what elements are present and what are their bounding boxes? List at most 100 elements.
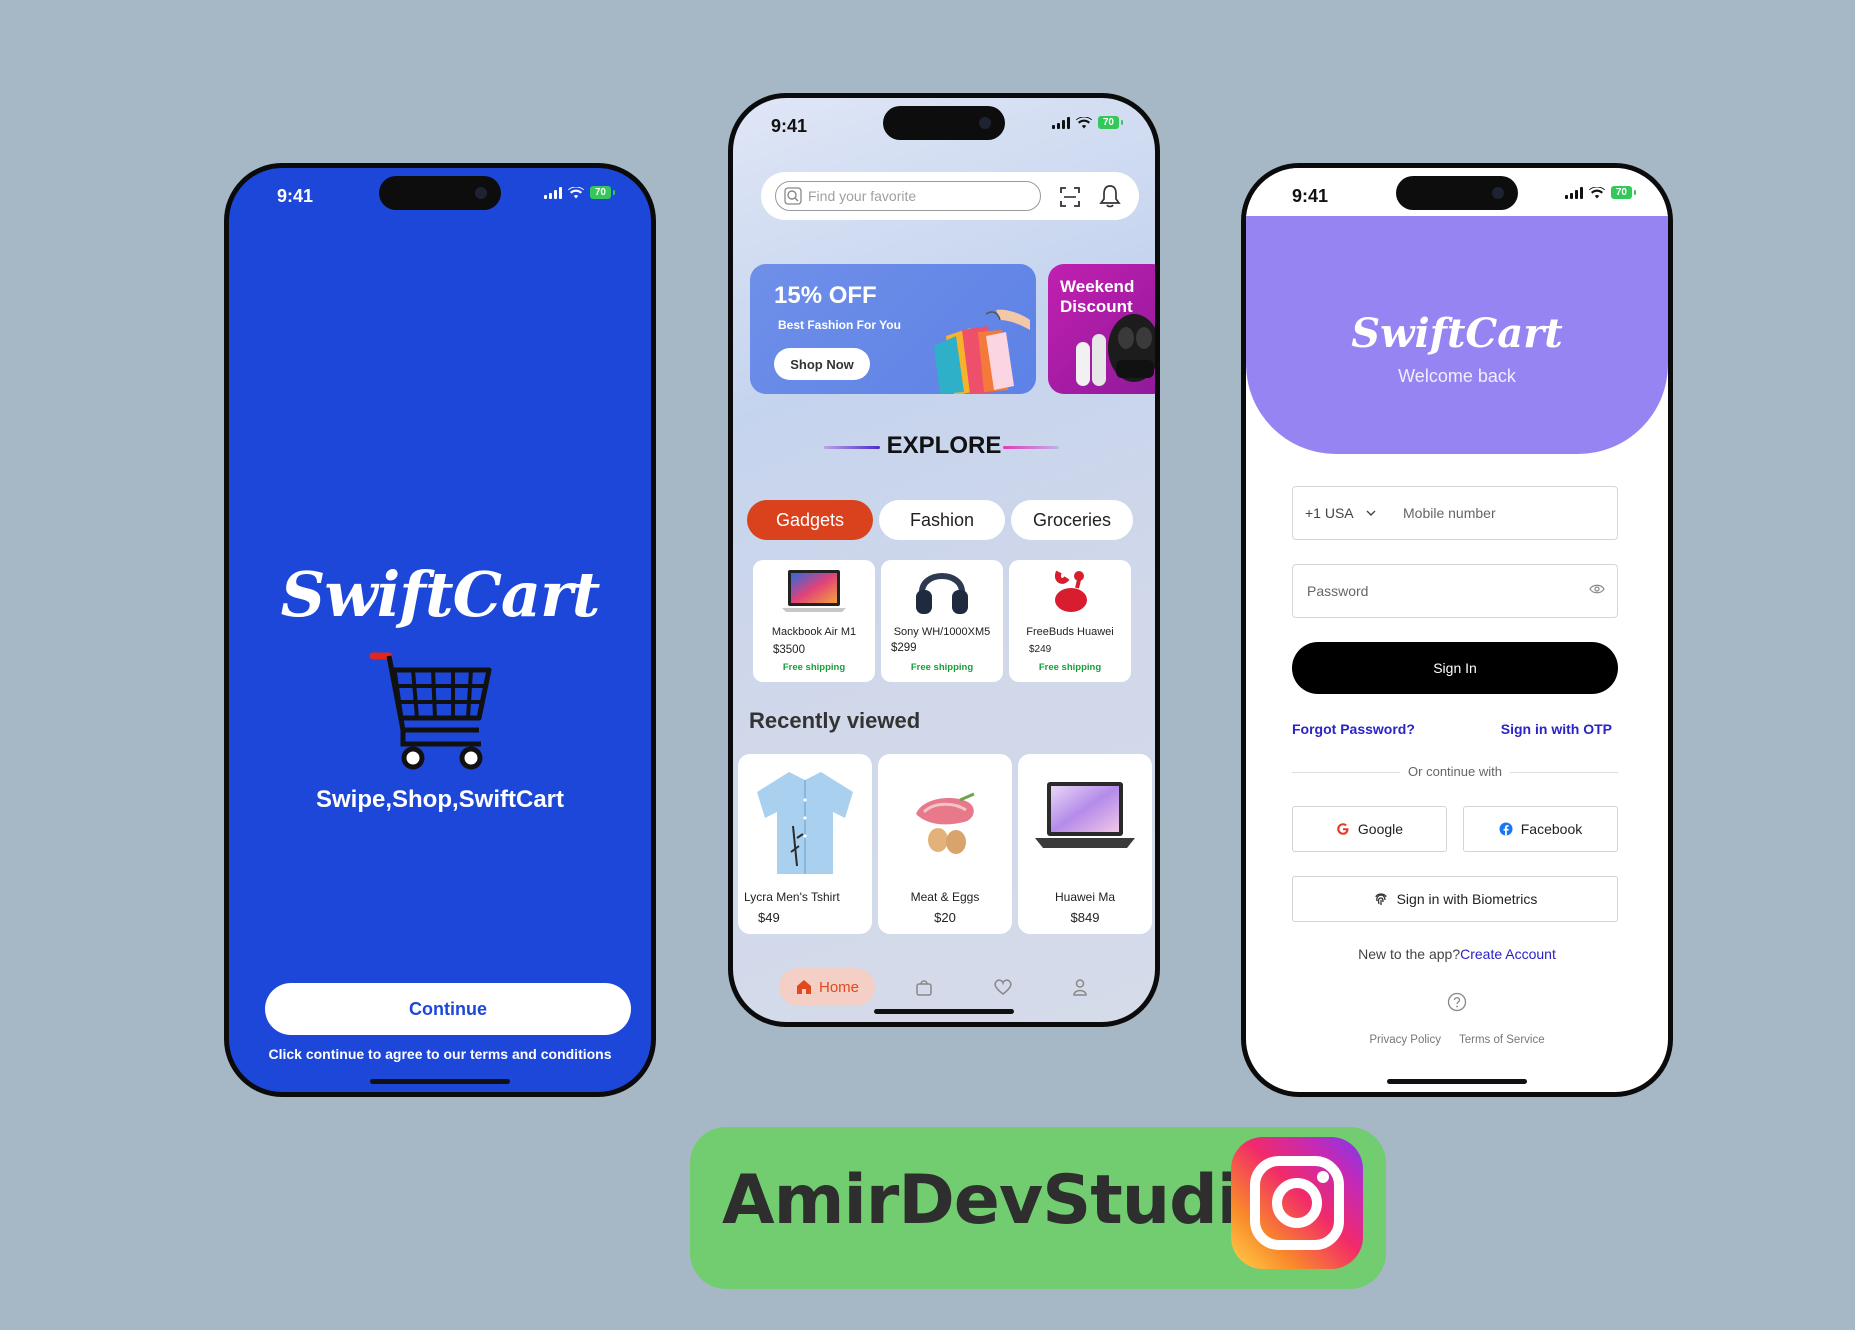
- tab-home[interactable]: Home: [779, 968, 875, 1006]
- wifi-icon: [1075, 116, 1092, 128]
- wifi-icon: [1588, 186, 1605, 198]
- instagram-icon[interactable]: [1231, 1137, 1363, 1269]
- product-name: FreeBuds Huawei: [1026, 626, 1114, 638]
- instagram-glyph-icon: [1250, 1156, 1344, 1250]
- food-icon: [916, 792, 975, 854]
- search-input[interactable]: [808, 188, 1008, 204]
- mobile-number-input[interactable]: [1403, 505, 1603, 521]
- terms-notice: Click continue to agree to our terms and…: [268, 1046, 612, 1062]
- promo-discount: 15% OFF: [774, 282, 877, 309]
- dynamic-island: [883, 106, 1005, 140]
- login-brand-logo: SwiftCart: [1351, 310, 1563, 357]
- category-groceries[interactable]: Groceries: [1011, 500, 1133, 540]
- recent-item-card[interactable]: Huawei Ma $849: [1018, 754, 1152, 934]
- facebook-button[interactable]: Facebook: [1463, 806, 1618, 852]
- home-indicator[interactable]: [874, 1009, 1014, 1014]
- dynamic-island: [1396, 176, 1518, 210]
- category-tabs: Gadgets Fashion Groceries: [747, 500, 1133, 540]
- explore-divider-right: [1003, 446, 1059, 449]
- biometrics-label: Sign in with Biometrics: [1396, 891, 1538, 907]
- home-icon: [796, 980, 811, 994]
- continue-button[interactable]: Continue: [265, 983, 631, 1035]
- privacy-policy-link[interactable]: Privacy Policy: [1369, 1034, 1441, 1046]
- new-to-app-text: New to the app?: [1358, 946, 1461, 962]
- recent-item-name: Meat & Eggs: [910, 890, 980, 904]
- product-name: Sony WH/1000XM5: [893, 626, 991, 638]
- google-label: Google: [1357, 821, 1404, 837]
- fingerprint-icon: [1374, 893, 1387, 905]
- earbuds-icon: [1055, 570, 1087, 612]
- google-button[interactable]: Google: [1292, 806, 1447, 852]
- password-field: [1292, 564, 1618, 618]
- studio-name: AmirDevStudio: [722, 1161, 1286, 1240]
- splash-screen: 9:41 70 SwiftCart Swipe,Shop,SwiftCart C…: [224, 163, 656, 1097]
- wifi-icon: [567, 186, 584, 198]
- home-indicator[interactable]: [370, 1079, 510, 1084]
- status-time: 9:41: [771, 116, 808, 136]
- weekend-discount-title: Weekend Discount: [1060, 277, 1135, 316]
- home-indicator[interactable]: [1387, 1079, 1527, 1084]
- search-field[interactable]: [775, 181, 1041, 211]
- promo-banner-fashion[interactable]: 15% OFF Best Fashion For You Shop Now: [750, 264, 1036, 394]
- recent-item-card[interactable]: Meat & Eggs $20: [878, 754, 1012, 934]
- product-card[interactable]: FreeBuds Huawei $249 Free shipping: [1009, 560, 1131, 682]
- tab-home-label: Home: [818, 978, 859, 996]
- login-screen: 9:41 70 SwiftCart Welcome back +1 USA Si…: [1241, 163, 1673, 1097]
- battery-icon: 70: [1097, 116, 1124, 129]
- mobile-number-field: +1 USA: [1292, 486, 1618, 540]
- explore-title: EXPLORE: [886, 432, 1002, 459]
- scan-icon[interactable]: [1059, 186, 1081, 208]
- splash-tagline: Swipe,Shop,SwiftCart: [315, 786, 564, 813]
- heart-icon[interactable]: [993, 978, 1013, 996]
- status-icons: 70: [543, 186, 616, 199]
- shop-now-button[interactable]: Shop Now: [774, 348, 870, 380]
- product-card[interactable]: Mackbook Air M1 $3500 Free shipping: [753, 560, 875, 682]
- create-account-link[interactable]: Create Account: [1460, 946, 1556, 962]
- welcome-text: Welcome back: [1398, 366, 1516, 386]
- laptop-icon: [1035, 782, 1135, 848]
- search-icon: [784, 187, 802, 205]
- sign-in-button[interactable]: Sign In: [1292, 642, 1618, 694]
- earbuds-icon: [1076, 314, 1155, 386]
- sign-in-otp-link[interactable]: Sign in with OTP: [1501, 721, 1612, 737]
- search-bar: [761, 172, 1139, 220]
- create-account-prompt: New to the app?Create Account: [1246, 946, 1668, 962]
- battery-icon: 70: [589, 186, 616, 199]
- google-icon: [1337, 823, 1349, 835]
- category-fashion[interactable]: Fashion: [879, 500, 1005, 540]
- recent-item-price: $849: [1070, 910, 1100, 925]
- legal-links: Privacy Policy Terms of Service: [1246, 1034, 1668, 1046]
- recently-viewed-title: Recently viewed: [749, 708, 921, 733]
- product-card[interactable]: Sony WH/1000XM5 $299 Free shipping: [881, 560, 1003, 682]
- recent-item-price: $20: [934, 910, 956, 925]
- promo-subtitle: Best Fashion For You: [778, 318, 901, 332]
- password-input[interactable]: [1307, 583, 1567, 599]
- promo-banner-weekend[interactable]: Weekend Discount: [1048, 264, 1155, 394]
- product-list: Mackbook Air M1 $3500 Free shipping Sony…: [753, 560, 1131, 682]
- status-time: 9:41: [277, 186, 314, 206]
- product-price: $299: [891, 642, 917, 654]
- help-icon[interactable]: [1447, 992, 1467, 1012]
- recent-item-name: Huawei Ma: [1054, 890, 1116, 904]
- terms-of-service-link[interactable]: Terms of Service: [1459, 1034, 1545, 1046]
- country-code-select[interactable]: +1 USA: [1293, 505, 1391, 521]
- category-gadgets[interactable]: Gadgets: [747, 500, 873, 540]
- biometrics-button[interactable]: Sign in with Biometrics: [1292, 876, 1618, 922]
- free-shipping-label: Free shipping: [1038, 662, 1102, 673]
- bottom-tab-bar: Home: [733, 956, 1155, 1006]
- dynamic-island: [379, 176, 501, 210]
- recent-item-card[interactable]: Lycra Men's Tshirt $49: [738, 754, 872, 934]
- bag-icon[interactable]: [915, 978, 933, 996]
- notification-bell-icon[interactable]: [1099, 184, 1121, 208]
- status-icons: 70: [1051, 116, 1124, 129]
- forgot-password-link[interactable]: Forgot Password?: [1292, 721, 1415, 737]
- status-icons: 70: [1564, 186, 1637, 199]
- status-time: 9:41: [1292, 186, 1329, 206]
- facebook-label: Facebook: [1520, 821, 1583, 837]
- product-price: $3500: [773, 644, 805, 656]
- profile-icon[interactable]: [1071, 978, 1089, 996]
- splash-brand-logo: SwiftCart: [280, 558, 601, 631]
- free-shipping-label: Free shipping: [910, 662, 974, 673]
- eye-icon[interactable]: [1589, 583, 1605, 595]
- facebook-icon: [1499, 822, 1513, 836]
